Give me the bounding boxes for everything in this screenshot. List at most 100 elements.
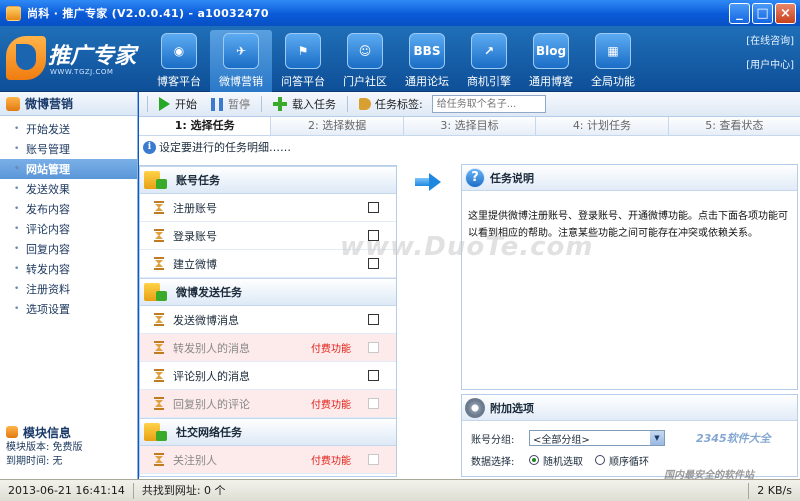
task-login-account[interactable]: 登录账号 — [140, 222, 396, 250]
close-button[interactable]: × — [775, 3, 796, 24]
hourglass-icon — [154, 453, 164, 466]
bird-icon: ✈ — [223, 33, 259, 69]
task-reply-others[interactable]: 回复别人的评论 付费功能 — [140, 390, 396, 418]
task-register-account[interactable]: 注册账号 — [140, 194, 396, 222]
sidebar-item-start-send[interactable]: 开始发送 — [0, 119, 137, 139]
task-create-weibo[interactable]: 建立微博 — [140, 250, 396, 278]
sidebar-item-site-manage[interactable]: 网站管理 — [0, 159, 137, 179]
sidebar: 微博营销 开始发送 账号管理 网站管理 发送效果 发布内容 评论内容 回复内容 … — [0, 92, 138, 479]
blog-icon: Blog — [533, 33, 569, 69]
task-checkbox[interactable] — [368, 230, 379, 241]
sidebar-item-forward-content[interactable]: 转发内容 — [0, 259, 137, 279]
radio-label: 随机选取 — [543, 456, 583, 468]
maximize-button[interactable]: □ — [752, 3, 773, 24]
logo: 推广专家 WWW.TGZJ.COM — [6, 34, 136, 84]
tag-icon — [359, 98, 371, 110]
task-checkbox[interactable] — [368, 370, 379, 381]
task-hint: i 设定要进行的任务明细…… — [139, 136, 800, 158]
task-group-title: 微博发送任务 — [176, 286, 242, 299]
step-select-task[interactable]: 1: 选择任务 — [139, 117, 272, 135]
task-tag-input[interactable] — [431, 95, 546, 113]
wizard-steps: 1: 选择任务 2: 选择数据 3: 选择目标 4: 计划任务 5: 查看状态 — [139, 117, 800, 136]
paid-badge: 付费功能 — [311, 456, 351, 467]
task-tag-label: 任务标签: — [375, 98, 423, 111]
task-forward-others[interactable]: 转发别人的消息 付费功能 — [140, 334, 396, 362]
nav-portal-community[interactable]: ☺ 门户社区 — [334, 30, 396, 92]
task-comment-others[interactable]: 评论别人的消息 — [140, 362, 396, 390]
sidebar-item-send-effect[interactable]: 发送效果 — [0, 179, 137, 199]
step-plan-task[interactable]: 4: 计划任务 — [536, 117, 669, 135]
nav-weibo-marketing[interactable]: ✈ 微博营销 — [210, 30, 272, 92]
task-group-icon — [144, 169, 168, 191]
radio-button[interactable] — [529, 455, 539, 465]
online-consult-link[interactable]: [在线咨询] — [746, 32, 794, 47]
chart-icon: ↗ — [471, 33, 507, 69]
step-select-data[interactable]: 2: 选择数据 — [271, 117, 404, 135]
step-select-target[interactable]: 3: 选择目标 — [404, 117, 537, 135]
radio-button[interactable] — [595, 455, 605, 465]
pause-label: 暂停 — [228, 98, 250, 111]
gear-icon — [465, 397, 485, 418]
start-button[interactable]: 开始 — [154, 94, 202, 114]
radio-sequential[interactable]: 顺序循环 — [595, 453, 649, 468]
user-center-link[interactable]: [用户中心] — [746, 56, 794, 71]
nav-general-blog[interactable]: Blog 通用博客 — [520, 30, 582, 92]
hourglass-icon — [154, 201, 164, 214]
task-label: 登录账号 — [173, 229, 217, 243]
task-label: 转发别人的消息 — [173, 341, 250, 355]
help-icon: ? — [465, 167, 485, 188]
flag-icon: ⚑ — [285, 33, 321, 69]
task-group-social: 社交网络任务 — [140, 418, 396, 446]
task-follow-others[interactable]: 关注别人 付费功能 — [140, 446, 396, 474]
hourglass-icon — [154, 229, 164, 242]
nav-blog-platform[interactable]: ◉ 博客平台 — [148, 30, 210, 92]
task-send-weibo-message[interactable]: 发送微博消息 — [140, 306, 396, 334]
bbs-icon: BBS — [409, 33, 445, 69]
minimize-button[interactable]: _ — [729, 3, 750, 24]
sidebar-item-register-data[interactable]: 注册资料 — [0, 279, 137, 299]
task-description-text: 这里提供微博注册账号、登录账号、开通微博功能。点击下面各项功能可以看到相应的帮助… — [468, 211, 788, 239]
sidebar-item-publish-content[interactable]: 发布内容 — [0, 199, 137, 219]
nav-general-forum[interactable]: BBS 通用论坛 — [396, 30, 458, 92]
logo-url: WWW.TGZJ.COM — [50, 68, 114, 76]
hourglass-icon — [154, 369, 164, 382]
account-group-select[interactable]: <全部分组> ▼ — [529, 430, 665, 446]
top-links: [在线咨询] [用户中心] — [746, 32, 794, 80]
module-info-header: 模块信息 — [0, 423, 137, 441]
hourglass-icon — [154, 313, 164, 326]
task-description-panel: ? 任务说明 这里提供微博注册账号、登录账号、开通微博功能。点击下面各项功能可以… — [461, 164, 798, 390]
task-label: 评论别人的消息 — [173, 369, 250, 383]
module-info: 模块信息 模块版本: 免费版 到期时间: 无 — [0, 423, 137, 479]
task-checkbox[interactable] — [368, 202, 379, 213]
account-group-value: <全部分组> — [533, 434, 590, 446]
task-label: 发送微博消息 — [173, 313, 239, 327]
module-icon — [6, 96, 20, 111]
sidebar-item-comment-content[interactable]: 评论内容 — [0, 219, 137, 239]
paid-badge: 付费功能 — [311, 344, 351, 355]
load-task-button[interactable]: 载入任务 — [268, 94, 341, 114]
nav-business-engine[interactable]: ↗ 商机引擎 — [458, 30, 520, 92]
sidebar-item-options[interactable]: 选项设置 — [0, 299, 137, 319]
nav-label: 问答平台 — [281, 75, 325, 88]
sidebar-header: 微博营销 — [0, 92, 137, 116]
app-icon — [6, 5, 21, 21]
nav-qa-platform[interactable]: ⚑ 问答平台 — [272, 30, 334, 92]
task-label: 关注别人 — [173, 453, 217, 467]
sidebar-item-reply-content[interactable]: 回复内容 — [0, 239, 137, 259]
radio-random[interactable]: 随机选取 — [529, 453, 583, 468]
task-checkbox[interactable] — [368, 454, 379, 465]
module-version: 模块版本: 免费版 — [6, 442, 83, 453]
task-checkbox[interactable] — [368, 342, 379, 353]
window-controls: _ □ × — [729, 3, 796, 24]
sidebar-item-account-manage[interactable]: 账号管理 — [0, 139, 137, 159]
task-checkbox[interactable] — [368, 398, 379, 409]
task-checkbox[interactable] — [368, 258, 379, 269]
task-checkbox[interactable] — [368, 314, 379, 325]
main-nav: ◉ 博客平台 ✈ 微博营销 ⚑ 问答平台 ☺ 门户社区 BBS 通用论坛 ↗ 商机引擎 Bl… — [148, 30, 644, 92]
grid-icon: ▦ — [595, 33, 631, 69]
pause-button[interactable]: 暂停 — [206, 94, 255, 114]
hourglass-icon — [154, 397, 164, 410]
chevron-down-icon[interactable]: ▼ — [650, 431, 664, 445]
nav-global-functions[interactable]: ▦ 全局功能 — [582, 30, 644, 92]
step-view-status[interactable]: 5: 查看状态 — [669, 117, 800, 135]
